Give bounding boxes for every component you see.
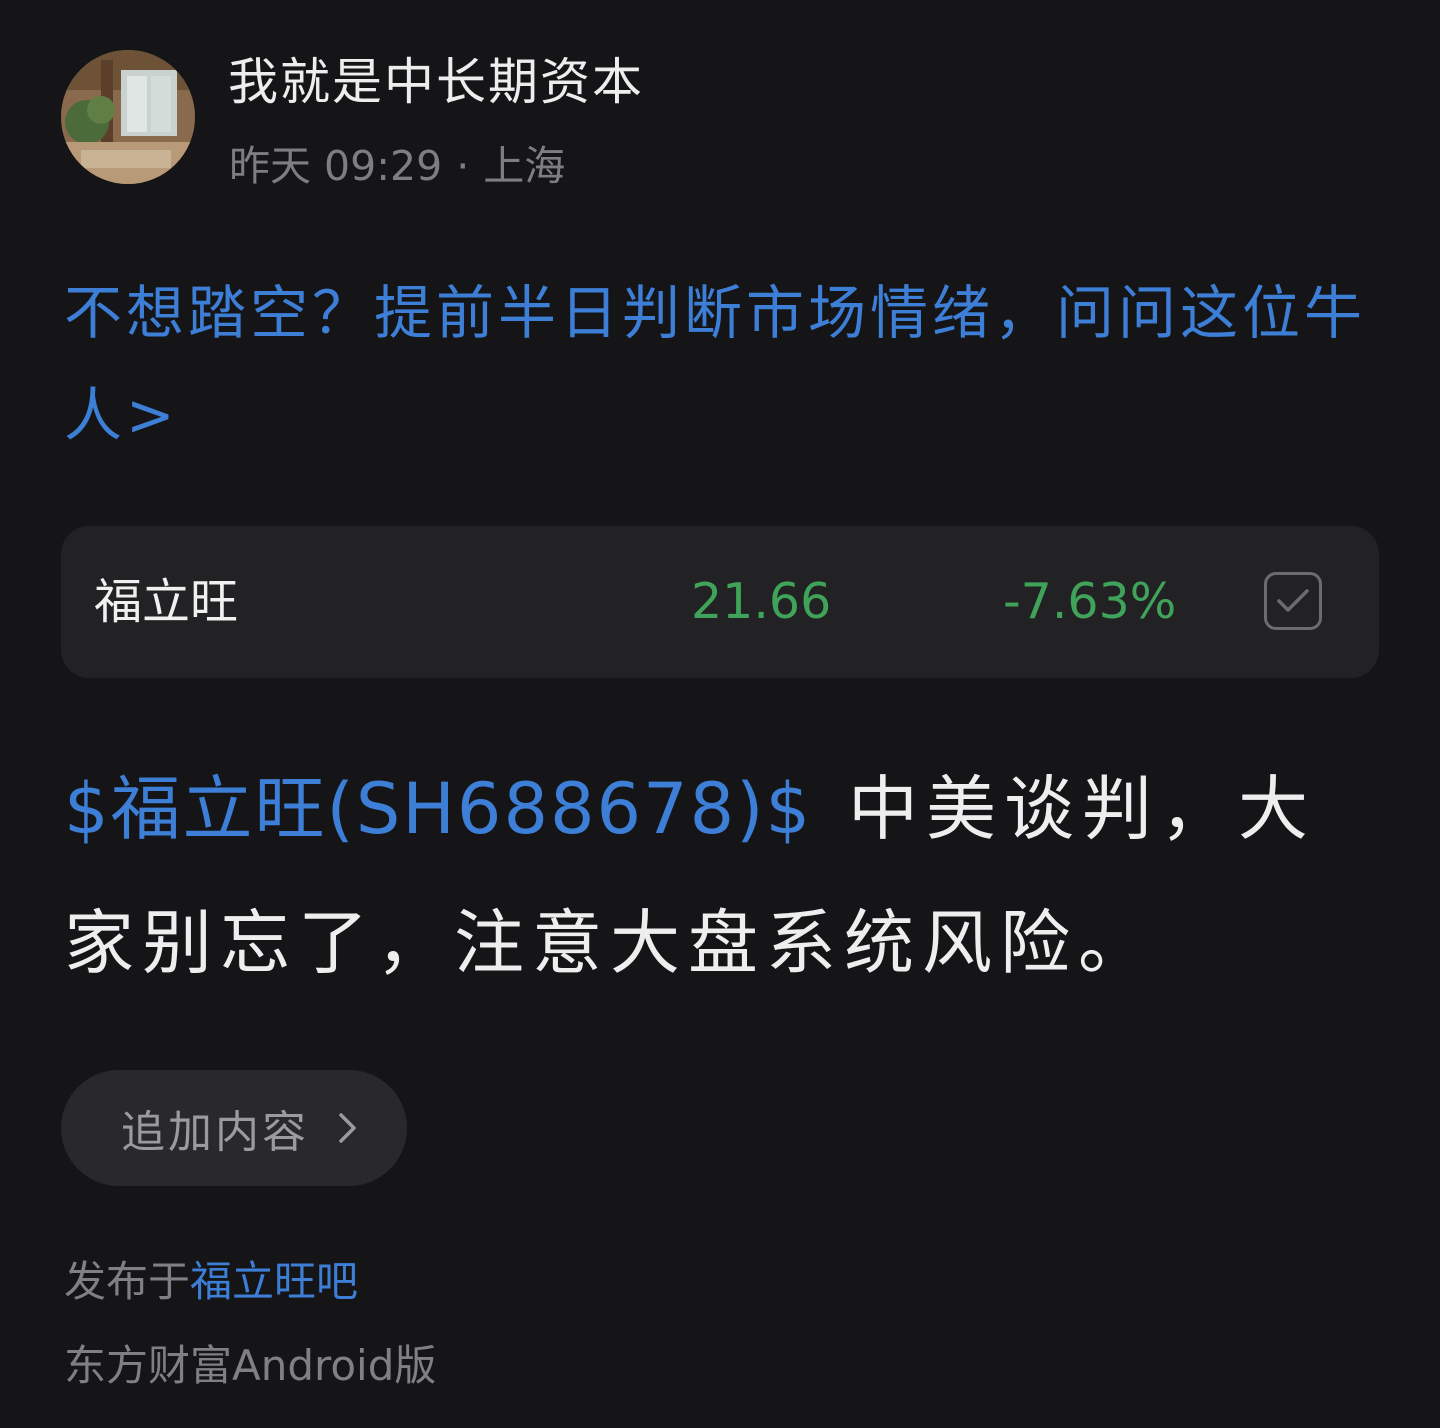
forum-link[interactable]: 福立旺吧 [190,1257,358,1306]
stock-name: 福立旺 [94,574,239,630]
author-name[interactable]: 我就是中长期资本 [228,50,644,114]
post-location: 上海 [483,142,566,190]
avatar[interactable] [61,50,195,184]
client-source: 东方财富Android版 [64,1341,437,1390]
add-content-button[interactable]: 追加内容 [61,1070,407,1186]
stock-change: -7.63% [1003,573,1177,630]
meta-separator: · [456,142,470,190]
stock-card[interactable]: 福立旺 21.66 -7.63% [61,526,1379,678]
checkmark-icon [1277,589,1309,612]
post-meta: 昨天 09:29 · 上海 [229,138,565,194]
post-body: $福立旺(SH688678)$ 中美谈判，大家别忘了，注意大盘系统风险。 [64,742,1382,1010]
published-in: 发布于福立旺吧 [64,1252,358,1312]
stock-tag-link[interactable]: $福立旺(SH688678)$ [64,768,812,850]
avatar-image [61,50,195,184]
published-in-prefix: 发布于 [64,1257,191,1306]
add-content-label: 追加内容 [121,1107,309,1158]
chevron-right-icon [339,1113,356,1143]
stock-price: 21.66 [691,573,832,630]
promo-link[interactable]: 不想踏空？提前半日判断市场情绪，问问这位牛人> [64,262,1384,466]
post-time: 昨天 09:29 [229,142,443,190]
watchlist-checkbox[interactable] [1264,572,1322,630]
